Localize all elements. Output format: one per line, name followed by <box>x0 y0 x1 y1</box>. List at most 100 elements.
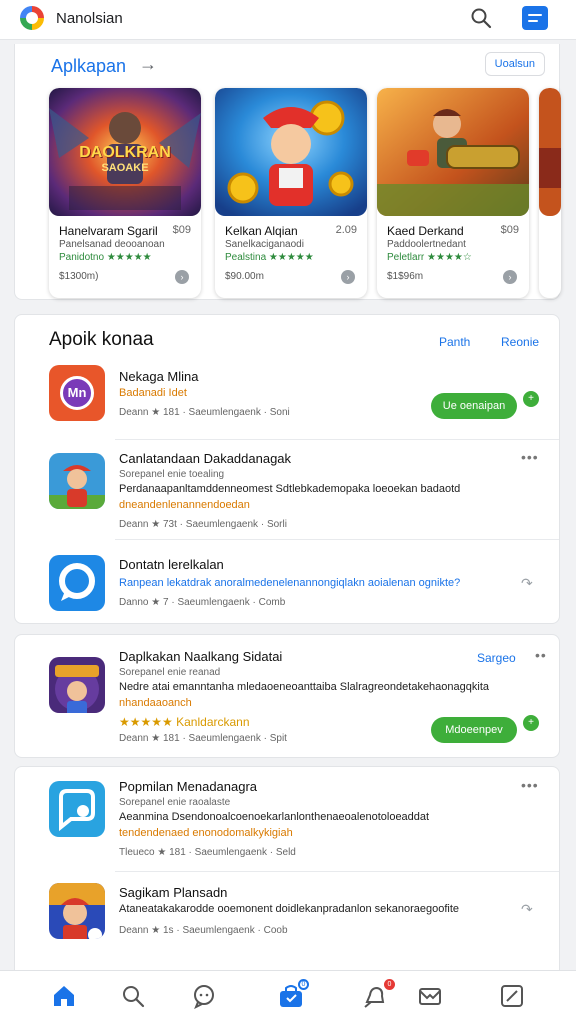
section-link-secondary[interactable]: Reonie <box>501 335 539 349</box>
app-rating: ★★★★★ Kanldarckann <box>119 715 250 729</box>
app-description-highlight: dneandenlenannendoedan <box>119 499 250 511</box>
add-icon[interactable]: + <box>523 391 539 407</box>
search-icon[interactable] <box>120 983 146 1009</box>
app-title: Nekaga Mlina <box>119 369 199 384</box>
game-count: $1300m) <box>59 271 99 282</box>
game-developer: Panelsanad deooanoan <box>59 239 165 250</box>
game-card[interactable]: Kelkan Alqian 2.09 Sanelkaciganaodi Peal… <box>215 88 367 298</box>
app-card: Daplkakan Naalkang Sidatai Sargeo •• Sor… <box>14 634 560 758</box>
app-title: Canlatandaan Dakaddanagak <box>119 451 292 466</box>
game-count: $90.00m <box>225 271 264 282</box>
google-logo-icon <box>20 6 44 30</box>
app-meta: Danno ★ 7 · Saeumlengaenk · Comb <box>119 597 286 608</box>
more-options-icon[interactable]: ••• <box>521 777 539 793</box>
install-button[interactable]: Mdoeenpev <box>431 717 517 743</box>
game-artwork <box>215 88 367 216</box>
info-icon[interactable]: › <box>175 270 189 284</box>
game-card[interactable]: Kaed Derkand $09 Paddoolertnedant Peletl… <box>377 88 529 298</box>
app-icon <box>49 555 105 611</box>
game-art-subtitle: SAOAKE <box>101 162 149 174</box>
app-description: Ataneatakakarodde ooemonent doidlekanpra… <box>119 903 460 915</box>
app-icon <box>49 883 105 939</box>
search-icon[interactable] <box>470 7 492 29</box>
info-icon[interactable]: › <box>341 270 355 284</box>
game-price: 2.09 <box>335 224 357 236</box>
notifications-tab[interactable]: 0 <box>278 979 309 1009</box>
notification-badge: 0 <box>298 979 309 990</box>
app-title: Daplkakan Naalkang Sidatai <box>119 649 283 664</box>
app-title: Popmilan Menadanagra <box>119 779 258 794</box>
app-meta: Deann ★ 181 · Saeumlengaenk · Soni <box>119 407 290 418</box>
app-meta: Deann ★ 181 · Saeumlengaenk · Spit <box>119 733 287 744</box>
game-developer: Sanelkaciganaodi <box>225 239 304 250</box>
list-item[interactable]: Popmilan Menadanagra Sorepanel enie raoa… <box>15 777 561 869</box>
game-card[interactable]: DAOLKRAN SAOAKE Hanelvaram Sgaril $09 Pa… <box>49 88 201 298</box>
game-artwork <box>377 88 529 216</box>
game-price: $09 <box>172 224 191 236</box>
app-description: Nedre atai emanntanha mledaoeneoanttaiba… <box>119 681 489 693</box>
list-item[interactable]: Sagikam Plansadn Ataneatakakarodde ooemo… <box>15 881 561 953</box>
alerts-tab[interactable]: 0 <box>362 979 395 1009</box>
app-title: Dontatn lerelkalan <box>119 557 224 572</box>
section-title-link[interactable]: Aplkapan <box>51 56 126 77</box>
top-app-bar: Nanolsian <box>0 0 576 40</box>
install-button[interactable]: Ue oenaipan <box>431 393 517 419</box>
game-card-partial[interactable] <box>539 88 561 298</box>
app-meta: Deann ★ 73t · Saeumlengaenk · Sorli <box>119 519 287 530</box>
more-options-icon[interactable]: •• <box>535 647 547 663</box>
section-link-primary[interactable]: Panth <box>439 335 470 349</box>
game-price: $09 <box>500 224 519 236</box>
list-item[interactable]: Mn Nekaga Mlina Badanadi Idet Deann ★ 18… <box>15 365 561 433</box>
game-rating: Peletlarr ★★★★☆ <box>387 252 472 263</box>
game-rating: Panidotno ★★★★★ <box>59 252 152 263</box>
game-name: Kelkan Alqian <box>225 224 298 238</box>
game-artwork: DAOLKRAN SAOAKE <box>49 88 201 216</box>
home-icon[interactable] <box>51 983 77 1009</box>
app-meta: Deann ★ 1s · Saeumlengaenk · Coob <box>119 925 288 936</box>
more-options-icon[interactable]: ••• <box>521 449 539 465</box>
share-icon[interactable]: ↷ <box>521 575 533 592</box>
app-description: Perdanaapanltamddenneomest Sdtlebkademop… <box>119 483 461 495</box>
app-subtitle: Sorepanel enie reanad <box>119 667 221 678</box>
list-item[interactable]: Canlatandaan Dakaddanagak Sorepanel enie… <box>15 449 561 530</box>
list-item[interactable]: Dontatn lerelkalan Ranpean lekatdrak ano… <box>15 555 561 615</box>
app-title: Sagikam Plansadn <box>119 885 228 900</box>
app-subtitle: Badanadi Idet <box>119 387 187 399</box>
game-artwork <box>539 88 561 216</box>
game-name: Kaed Derkand <box>387 224 464 238</box>
add-icon[interactable]: + <box>523 715 539 731</box>
list-item[interactable]: Daplkakan Naalkang Sidatai Sargeo •• Sor… <box>15 647 561 749</box>
section-title: Apoik konaa <box>49 329 154 350</box>
featured-section: Aplkapan → Uoalsun DAOLKRAN SAOAKE Hanel… <box>14 44 561 300</box>
app-icon: Mn <box>49 365 105 421</box>
app-title: Nanolsian <box>56 10 123 27</box>
bottom-navigation: 0 0 <box>0 970 576 1024</box>
see-more-button[interactable]: Uoalsun <box>484 52 545 76</box>
apps-section: Apoik konaa Panth Reonie Mn Nekaga Mlina… <box>14 314 560 624</box>
app-icon <box>49 453 105 509</box>
chat-icon[interactable] <box>191 983 217 1009</box>
menu-button[interactable] <box>522 6 548 30</box>
app-card: Popmilan Menadanagra Sorepanel enie raoa… <box>14 766 560 970</box>
game-name: Hanelvaram Sgaril <box>59 224 158 238</box>
library-icon[interactable] <box>499 983 525 1009</box>
share-icon[interactable]: ↷ <box>521 901 533 918</box>
app-subtitle: Sorepanel enie toealing <box>119 469 225 480</box>
alert-badge: 0 <box>384 979 395 990</box>
app-description-highlight: nhandaaoanch <box>119 697 192 709</box>
game-developer: Paddoolertnedant <box>387 239 466 250</box>
app-subtitle: Sorepanel enie raoalaste <box>119 797 231 808</box>
app-icon <box>49 657 105 713</box>
game-rating: Pealstina ★★★★★ <box>225 252 314 263</box>
app-description: Ranpean lekatdrak anoralmedenelenannongi… <box>119 577 461 589</box>
app-description-highlight: tendendenaed enonodomalkykigiah <box>119 827 293 839</box>
game-count: $1$96m <box>387 271 424 282</box>
game-art-title: DAOLKRAN <box>79 144 171 161</box>
app-meta: Tleueco ★ 181 · Saeumlengaenk · Seld <box>119 847 296 858</box>
arrow-right-icon[interactable]: → <box>139 54 157 75</box>
app-description: Aeanmina Dsendonoalcoenoekarlanlonthenae… <box>119 811 430 823</box>
app-icon <box>49 781 105 837</box>
mail-icon[interactable] <box>417 983 443 1009</box>
app-link[interactable]: Sargeo <box>477 651 516 665</box>
info-icon[interactable]: › <box>503 270 517 284</box>
